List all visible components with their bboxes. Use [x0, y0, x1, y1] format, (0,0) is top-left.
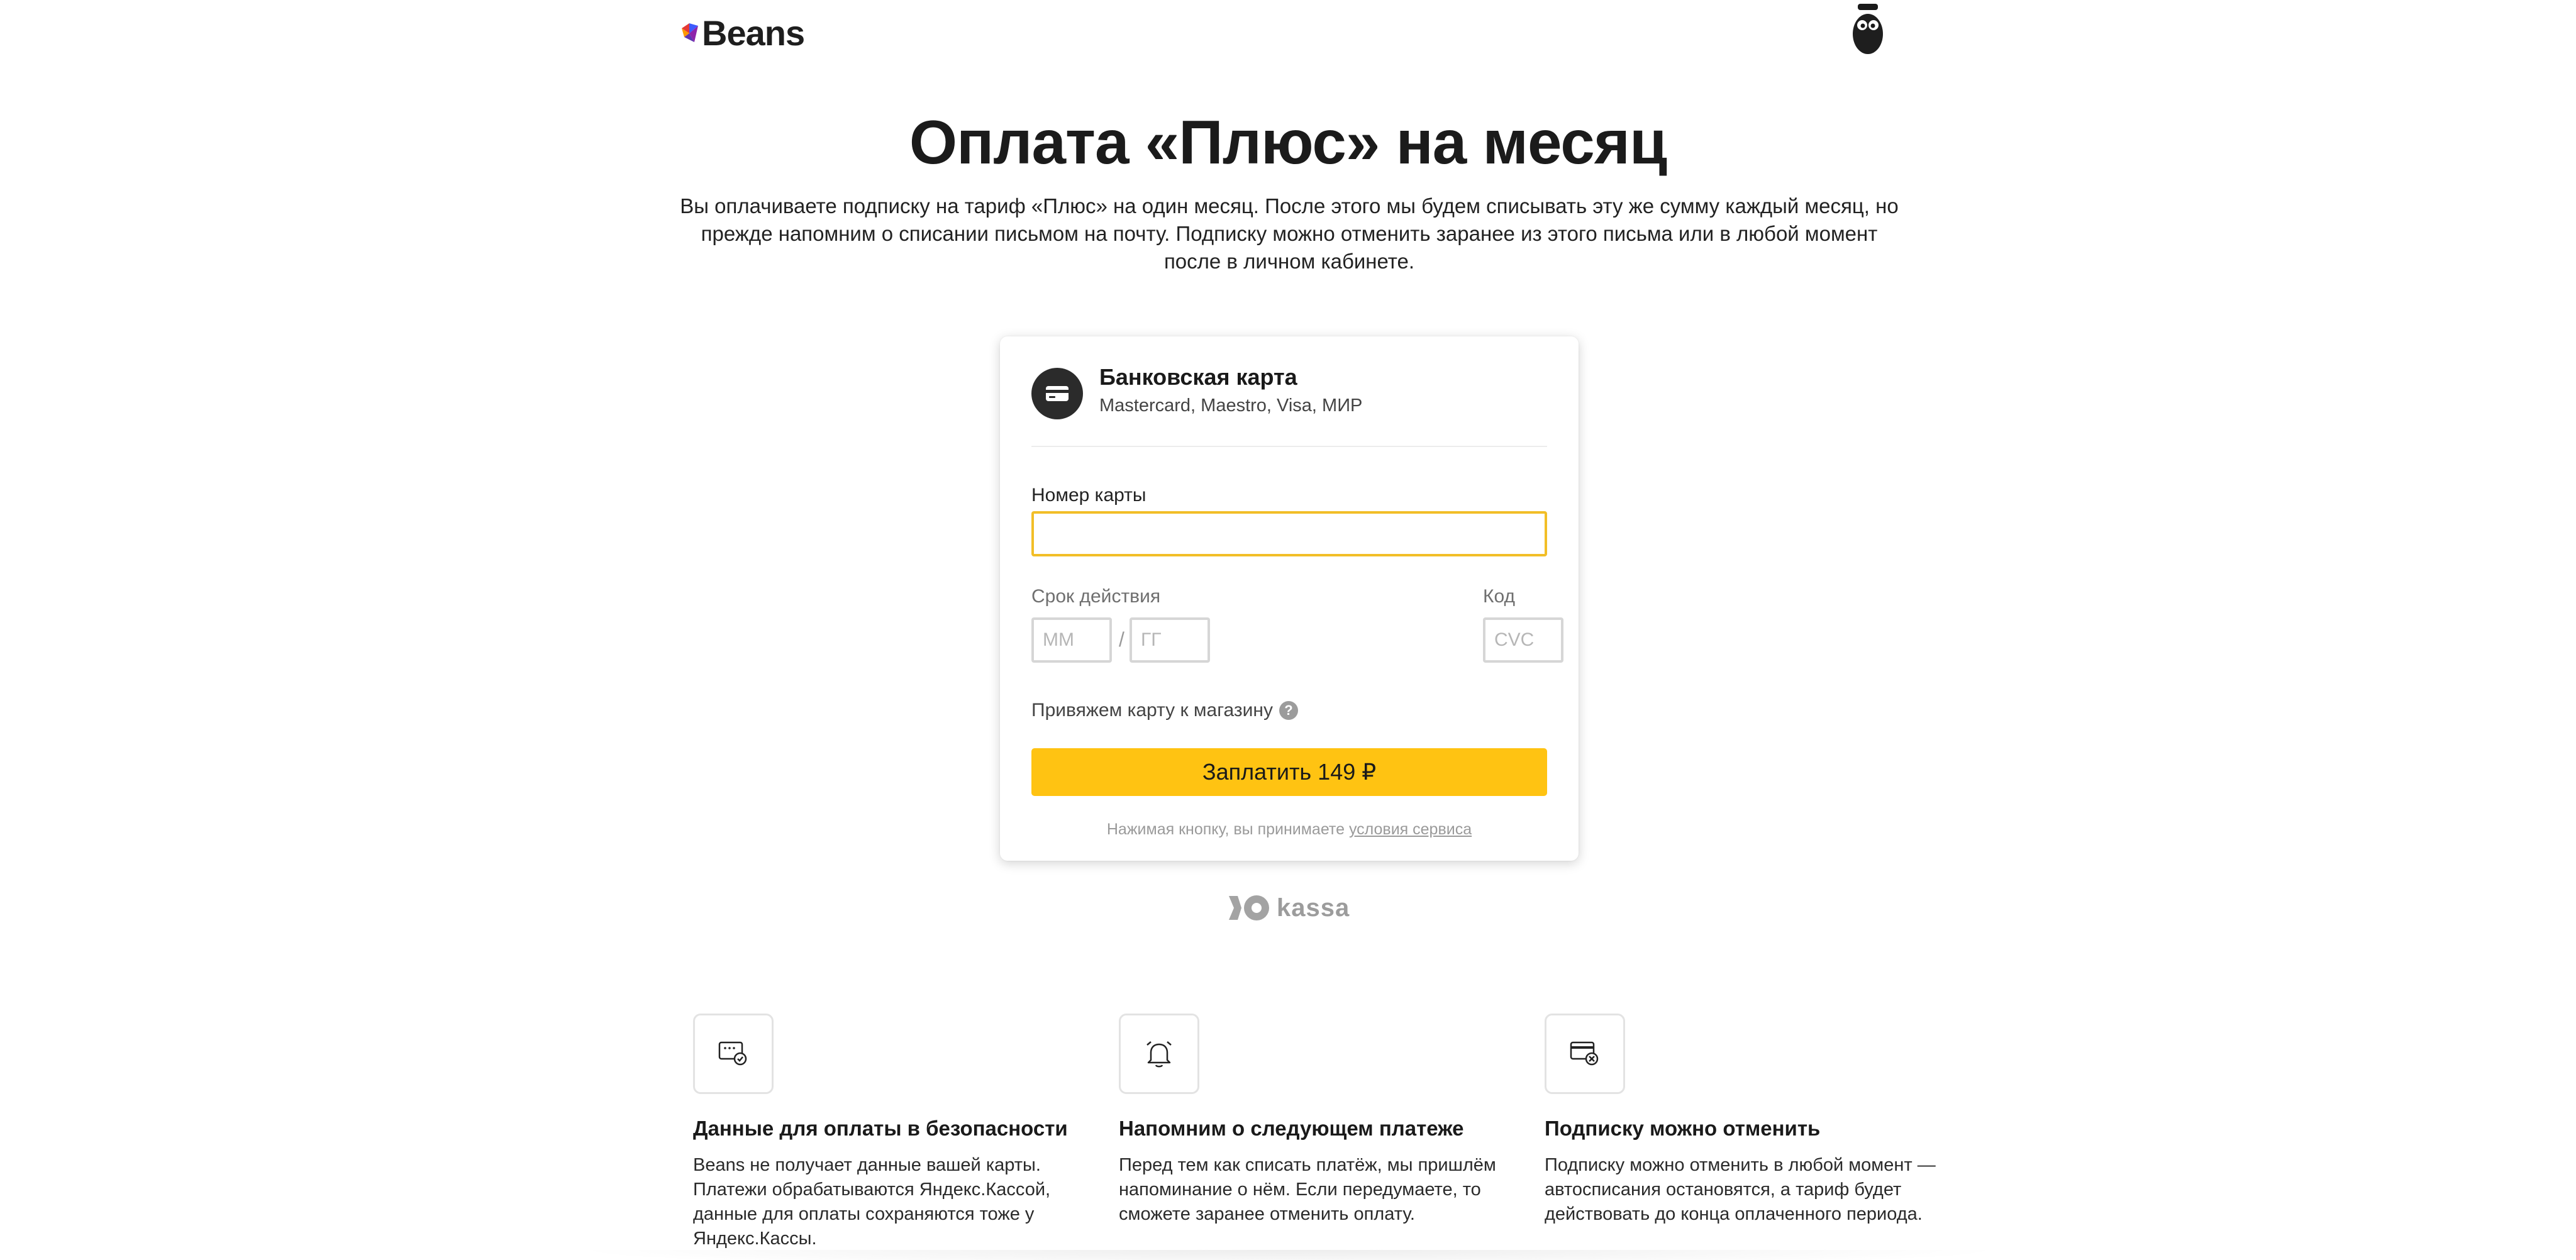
bind-card-row: Привяжем карту к магазину ? — [1031, 700, 1298, 721]
cvc-input[interactable] — [1483, 617, 1563, 663]
secure-card-icon — [693, 1014, 774, 1094]
feature-text: Beans не получает данные вашей карты. Пл… — [693, 1155, 1051, 1249]
help-icon[interactable]: ? — [1279, 701, 1298, 720]
pay-button[interactable]: Заплатить 149 ₽ — [1031, 748, 1547, 796]
beans-logo-mark-icon — [682, 23, 698, 42]
expiry-separator: / — [1119, 628, 1124, 651]
feature-title: Данные для оплаты в безопасности — [693, 1117, 1068, 1140]
terms-link[interactable]: условия сервиса — [1349, 821, 1472, 838]
kassa-logo: kassa — [1228, 890, 1350, 926]
kassa-text: kassa — [1277, 893, 1350, 922]
payment-card-form: Банковская карта Mastercard, Maestro, Vi… — [1000, 336, 1579, 861]
bell-icon — [1119, 1014, 1199, 1094]
feature-title: Напомним о следующем платеже — [1119, 1117, 1464, 1140]
bottom-shadow — [566, 1250, 2012, 1260]
terms-notice: Нажимая кнопку, вы принимаете условия се… — [1000, 821, 1579, 839]
beans-logo[interactable]: Beans — [679, 13, 805, 53]
feature-security: Данные для оплаты в безопасности Beans н… — [693, 1014, 1096, 1251]
page-title: Оплата «Плюс» на месяц — [909, 108, 1667, 177]
credit-card-icon — [1031, 368, 1083, 419]
expiry-month-input[interactable] — [1031, 617, 1112, 663]
terms-prefix: Нажимая кнопку, вы принимаете — [1106, 821, 1345, 838]
yoomoney-logo-icon — [1229, 895, 1269, 920]
payment-method-subtitle: Mastercard, Maestro, Visa, МИР — [1099, 395, 1363, 416]
feature-text: Подписку можно отменить в любой момент —… — [1545, 1155, 1936, 1224]
payment-page: Beans Оплата «Плюс» на месяц Вы оплачива… — [0, 0, 2576, 1260]
cancel-card-icon — [1545, 1014, 1625, 1094]
logo-text: Beans — [702, 13, 805, 53]
bind-card-text: Привяжем карту к магазину — [1031, 700, 1273, 721]
feature-title: Подписку можно отменить — [1545, 1117, 1821, 1140]
feature-text: Перед тем как списать платёж, мы пришлём… — [1119, 1155, 1496, 1224]
expiry-year-input[interactable] — [1130, 617, 1210, 663]
cvc-label: Код — [1483, 586, 1516, 607]
mascot-avatar-icon[interactable] — [1850, 3, 1885, 55]
feature-reminder: Напомним о следующем платеже Перед тем к… — [1119, 1014, 1521, 1227]
page-description: Вы оплачиваете подписку на тариф «Плюс» … — [680, 194, 1899, 273]
expiry-label: Срок действия — [1031, 586, 1161, 607]
feature-cancel: Подписку можно отменить Подписку можно о… — [1545, 1014, 1947, 1227]
divider — [1031, 446, 1547, 447]
card-number-input[interactable] — [1031, 511, 1547, 556]
card-number-label: Номер карты — [1031, 485, 1146, 506]
payment-method-title: Банковская карта — [1099, 364, 1297, 390]
